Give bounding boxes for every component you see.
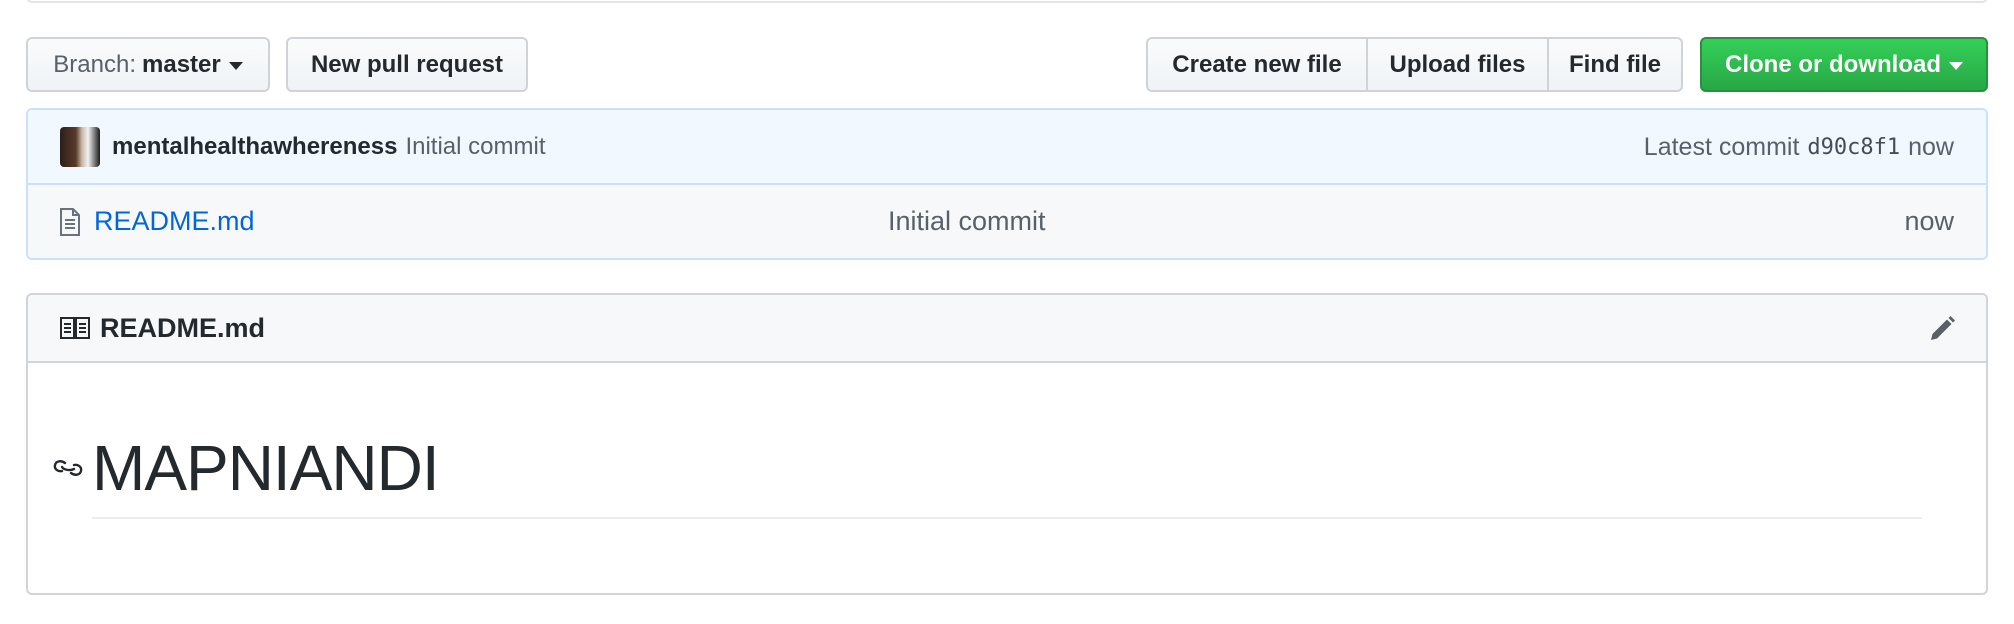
latest-commit-label: Latest commit [1643, 133, 1800, 161]
commit-sha[interactable]: d90c8f1 [1807, 135, 1900, 160]
commit-age: now [1908, 133, 1954, 161]
file-row: README.md Initial commit now [28, 185, 1986, 258]
readme-body: MAPNIANDI [28, 363, 1986, 593]
book-icon [60, 317, 90, 339]
create-new-file-button[interactable]: Create new file [1146, 37, 1368, 92]
file-icon [60, 207, 80, 236]
commit-message[interactable]: Initial commit [405, 133, 545, 161]
upload-files-button[interactable]: Upload files [1366, 37, 1549, 92]
commit-box: mentalhealthawhereness Initial commit La… [26, 108, 1988, 260]
find-file-button[interactable]: Find file [1547, 37, 1683, 92]
chevron-down-icon [1949, 62, 1963, 70]
readme-header: README.md [28, 295, 1986, 363]
branch-value: master [142, 50, 221, 78]
readme-heading: MAPNIANDI [92, 432, 440, 504]
heading-divider [92, 517, 1922, 519]
repo-page: Branch: master New pull request Create n… [0, 0, 2014, 624]
file-actions-group: Create new file Upload files Find file [1146, 37, 1683, 92]
latest-commit-info: Latest commit d90c8f1 now [1644, 110, 1954, 185]
file-commit-message[interactable]: Initial commit [888, 206, 1046, 237]
pencil-icon[interactable] [1928, 315, 1956, 343]
commit-author[interactable]: mentalhealthawhereness [112, 133, 397, 161]
chevron-down-icon [228, 62, 243, 70]
branch-select-button[interactable]: Branch: master [26, 37, 270, 92]
avatar[interactable] [60, 126, 100, 167]
file-age: now [1904, 206, 1954, 236]
branch-label: Branch: [53, 50, 136, 78]
clone-label: Clone or download [1725, 50, 1941, 78]
new-pull-request-button[interactable]: New pull request [286, 37, 528, 92]
link-icon[interactable] [52, 455, 84, 481]
readme-box: README.md MAPNIANDI [26, 293, 1988, 595]
readme-title: README.md [100, 312, 266, 343]
latest-commit-bar: mentalhealthawhereness Initial commit La… [28, 110, 1986, 185]
file-name-link[interactable]: README.md [94, 206, 255, 237]
clone-or-download-button[interactable]: Clone or download [1700, 37, 1988, 92]
previous-section-border [26, 0, 1988, 3]
